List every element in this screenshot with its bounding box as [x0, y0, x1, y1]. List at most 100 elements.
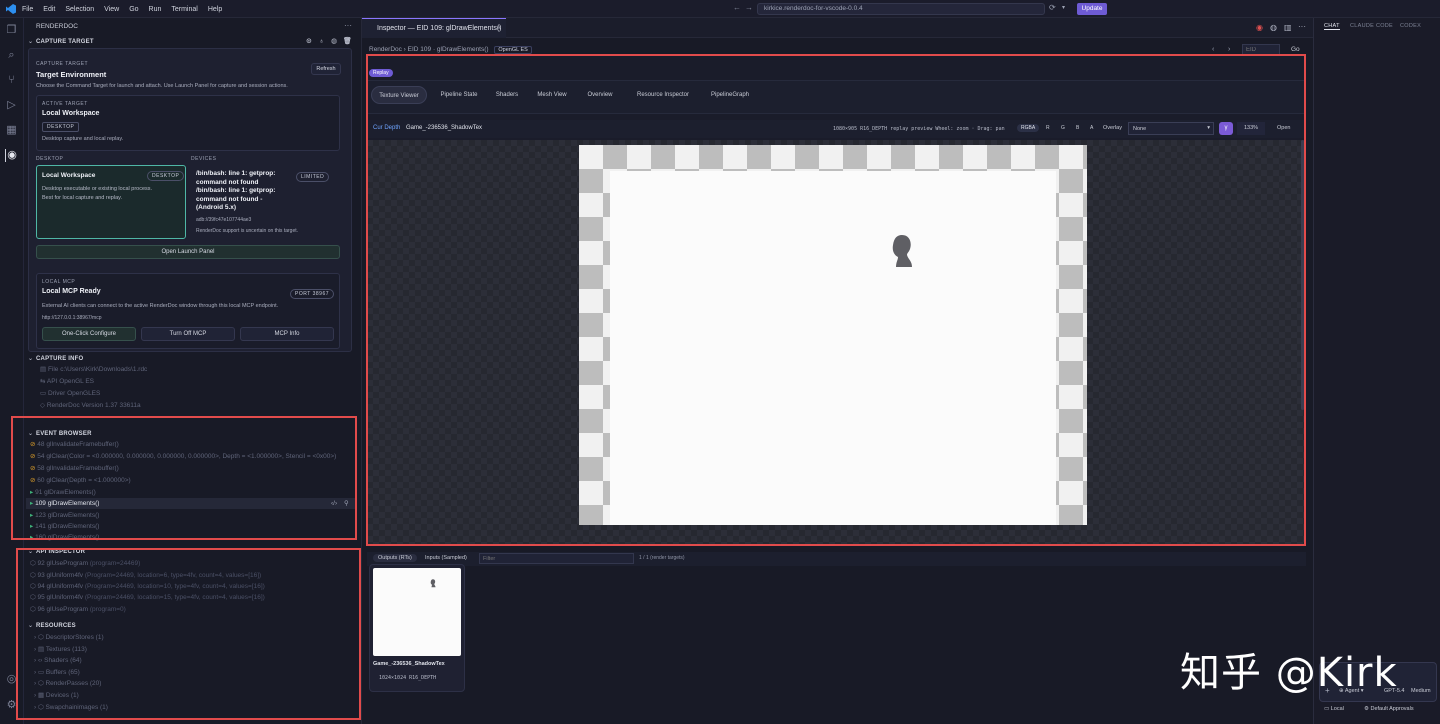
menu-edit[interactable]: Edit: [43, 6, 55, 13]
one-click-configure-button[interactable]: One-Click Configure: [42, 327, 136, 341]
turn-off-mcp-button[interactable]: Turn Off MCP: [141, 327, 235, 341]
close-icon[interactable]: ×: [497, 19, 501, 38]
event-row[interactable]: ▸ 91 glDrawElements(): [30, 487, 96, 498]
resource-row[interactable]: › ⬡ DescriptorStores (1): [34, 632, 104, 643]
overlay-select[interactable]: None ▾: [1128, 122, 1214, 135]
open-launch-panel-button[interactable]: Open Launch Panel: [36, 245, 340, 259]
run-debug-icon[interactable]: ▷: [5, 99, 18, 112]
extensions-icon[interactable]: ▦: [5, 124, 18, 137]
api-call-row[interactable]: ⬡ 95 glUniform4fv (Program=24469, locati…: [30, 592, 265, 603]
capture-info-value: OpenGLES: [67, 390, 101, 397]
update-button[interactable]: Update: [1077, 3, 1107, 15]
filter-input[interactable]: [479, 553, 634, 564]
tab-pipeline-state[interactable]: Pipeline State: [431, 86, 487, 104]
inspector-tab[interactable]: Inspector — EID 109: glDrawElements() ×: [362, 18, 506, 38]
record-icon[interactable]: ◉: [1256, 23, 1263, 32]
render-target-thumbnail[interactable]: Game_-236536_ShadowTex 1024×1024 R16_DEP…: [369, 564, 465, 692]
event-row[interactable]: ▸ 160 glDrawElements(): [30, 532, 99, 543]
explorer-icon[interactable]: ❐: [5, 24, 18, 37]
more-actions-icon[interactable]: ···: [344, 21, 352, 30]
menu-view[interactable]: View: [104, 6, 119, 13]
next-icon[interactable]: ›: [1228, 46, 1230, 53]
event-row[interactable]: ⊘ 54 glClear(Color = <0.000000, 0.000000…: [30, 451, 336, 462]
approvals-select[interactable]: ⚙ Default Approvals: [1364, 706, 1414, 712]
channel-a[interactable]: A: [1090, 125, 1093, 131]
tab-shaders[interactable]: Shaders: [489, 86, 525, 104]
tab-outputs[interactable]: Outputs (RTs): [373, 554, 417, 562]
forward-arrow-icon[interactable]: →: [745, 3, 753, 12]
settings-gear-icon[interactable]: ⚙: [5, 699, 18, 712]
event-row[interactable]: ⊘ 48 glInvalidateFramebuffer(): [30, 439, 119, 450]
api-call-row[interactable]: ⬡ 93 glUniform4fv (Program=24469, locati…: [30, 570, 261, 581]
tab-inputs[interactable]: Inputs (Sampled): [425, 555, 467, 561]
menu-go[interactable]: Go: [129, 6, 138, 13]
zoom-level[interactable]: 133%: [1237, 122, 1265, 135]
event-browser-header-label: EVENT BROWSER: [36, 431, 92, 437]
local-select[interactable]: ▭ Local: [1324, 706, 1344, 712]
tab-overview[interactable]: Overview: [579, 86, 621, 104]
tab-claude-code[interactable]: CLAUDE CODE: [1350, 23, 1393, 29]
tab-codex[interactable]: CODEX: [1400, 23, 1421, 29]
copilot-icon[interactable]: ⟳: [1049, 3, 1056, 12]
event-row[interactable]: ⊘ 60 glClear(Depth = <1.000000>): [30, 475, 131, 486]
channel-r[interactable]: R: [1046, 125, 1050, 131]
tab-resource-inspector[interactable]: Resource Inspector: [625, 86, 701, 104]
vertical-scrollbar[interactable]: [1301, 140, 1304, 410]
pin-icon[interactable]: ⚲: [344, 498, 349, 509]
tab-pipeline-graph[interactable]: PipelineGraph: [703, 86, 757, 104]
attach-icon[interactable]: ◍: [331, 36, 337, 48]
renderdoc-camera-icon[interactable]: ◉: [5, 149, 18, 162]
refresh-button[interactable]: Refresh: [311, 63, 341, 75]
resource-row[interactable]: › ▤ Textures (113): [34, 644, 87, 655]
search-icon[interactable]: ⌕: [5, 49, 18, 62]
menu-run[interactable]: Run: [149, 6, 162, 13]
open-button[interactable]: Open: [1277, 125, 1290, 131]
resource-row[interactable]: › ▭ Buffers (65): [34, 667, 80, 678]
code-icon[interactable]: ‹/›: [331, 498, 337, 509]
play-icon[interactable]: ⊙: [306, 36, 312, 48]
chevron-down-icon[interactable]: ▾: [1062, 4, 1065, 11]
account-icon[interactable]: ◎: [5, 673, 18, 686]
resource-row[interactable]: › ⬡ Swapchainimages (1): [34, 702, 108, 713]
texture-viewport[interactable]: [367, 140, 1306, 544]
api-call-row[interactable]: ⬡ 92 glUseProgram (program=24469): [30, 558, 140, 569]
back-arrow-icon[interactable]: ←: [733, 3, 741, 12]
api-call-row[interactable]: ⬡ 96 glUseProgram (program=0): [30, 604, 126, 615]
api-call-row[interactable]: ⬡ 94 glUniform4fv (Program=24469, locati…: [30, 581, 265, 592]
source-control-icon[interactable]: ⑂: [5, 74, 18, 87]
tab-texture-viewer[interactable]: Texture Viewer: [371, 86, 427, 104]
menu-file[interactable]: File: [22, 6, 33, 13]
resources-header[interactable]: ⌄ RESOURCES: [24, 620, 361, 632]
more-actions-icon[interactable]: ···: [1298, 22, 1306, 31]
resource-row[interactable]: › ⬡ RenderPasses (20): [34, 678, 101, 689]
desktop-target-card[interactable]: Local Workspace DESKTOP Desktop executab…: [36, 165, 186, 239]
pin-icon[interactable]: ♁: [319, 36, 324, 48]
channel-b[interactable]: B: [1076, 125, 1079, 131]
capture-target-header[interactable]: ⌄ CAPTURE TARGET ⊙ ♁ ◍ 🗑: [24, 36, 361, 48]
event-row[interactable]: ▸ 123 glDrawElements(): [30, 510, 99, 521]
menu-help[interactable]: Help: [208, 6, 222, 13]
channel-g[interactable]: G: [1061, 125, 1065, 131]
tab-mesh-view[interactable]: Mesh View: [529, 86, 575, 104]
split-editor-icon[interactable]: ▥: [1284, 23, 1292, 32]
effort-select[interactable]: Medium: [1411, 688, 1431, 694]
globe-icon[interactable]: ◍: [1270, 23, 1277, 32]
resource-row[interactable]: › ▦ Devices (1): [34, 690, 79, 701]
trash-icon[interactable]: 🗑: [343, 36, 352, 48]
go-button[interactable]: Go: [1291, 46, 1300, 53]
mcp-info-button[interactable]: MCP Info: [240, 327, 334, 341]
api-inspector-header[interactable]: ⌄ API INSPECTOR: [24, 546, 361, 558]
command-center-search[interactable]: kirkice.renderdoc-for-vscode-0.0.4: [757, 3, 1045, 15]
resource-row[interactable]: › ‹› Shaders (64): [34, 655, 82, 666]
device-target-card[interactable]: /bin/bash: line 1: getprop: command not …: [191, 165, 340, 239]
event-row-selected[interactable]: ▸ 109 glDrawElements() ‹/› ⚲: [26, 498, 356, 509]
event-row[interactable]: ▸ 141 glDrawElements(): [30, 521, 99, 532]
tab-chat[interactable]: CHAT: [1324, 23, 1340, 30]
channel-rgba[interactable]: RGBA: [1017, 124, 1040, 132]
menu-selection[interactable]: Selection: [65, 6, 94, 13]
event-row[interactable]: ⊘ 58 glInvalidateFramebuffer(): [30, 463, 119, 474]
menu-terminal[interactable]: Terminal: [171, 6, 197, 13]
event-id: 60: [37, 477, 45, 484]
prev-icon[interactable]: ‹: [1212, 46, 1214, 53]
gamma-toggle-icon[interactable]: γ: [1219, 122, 1233, 135]
